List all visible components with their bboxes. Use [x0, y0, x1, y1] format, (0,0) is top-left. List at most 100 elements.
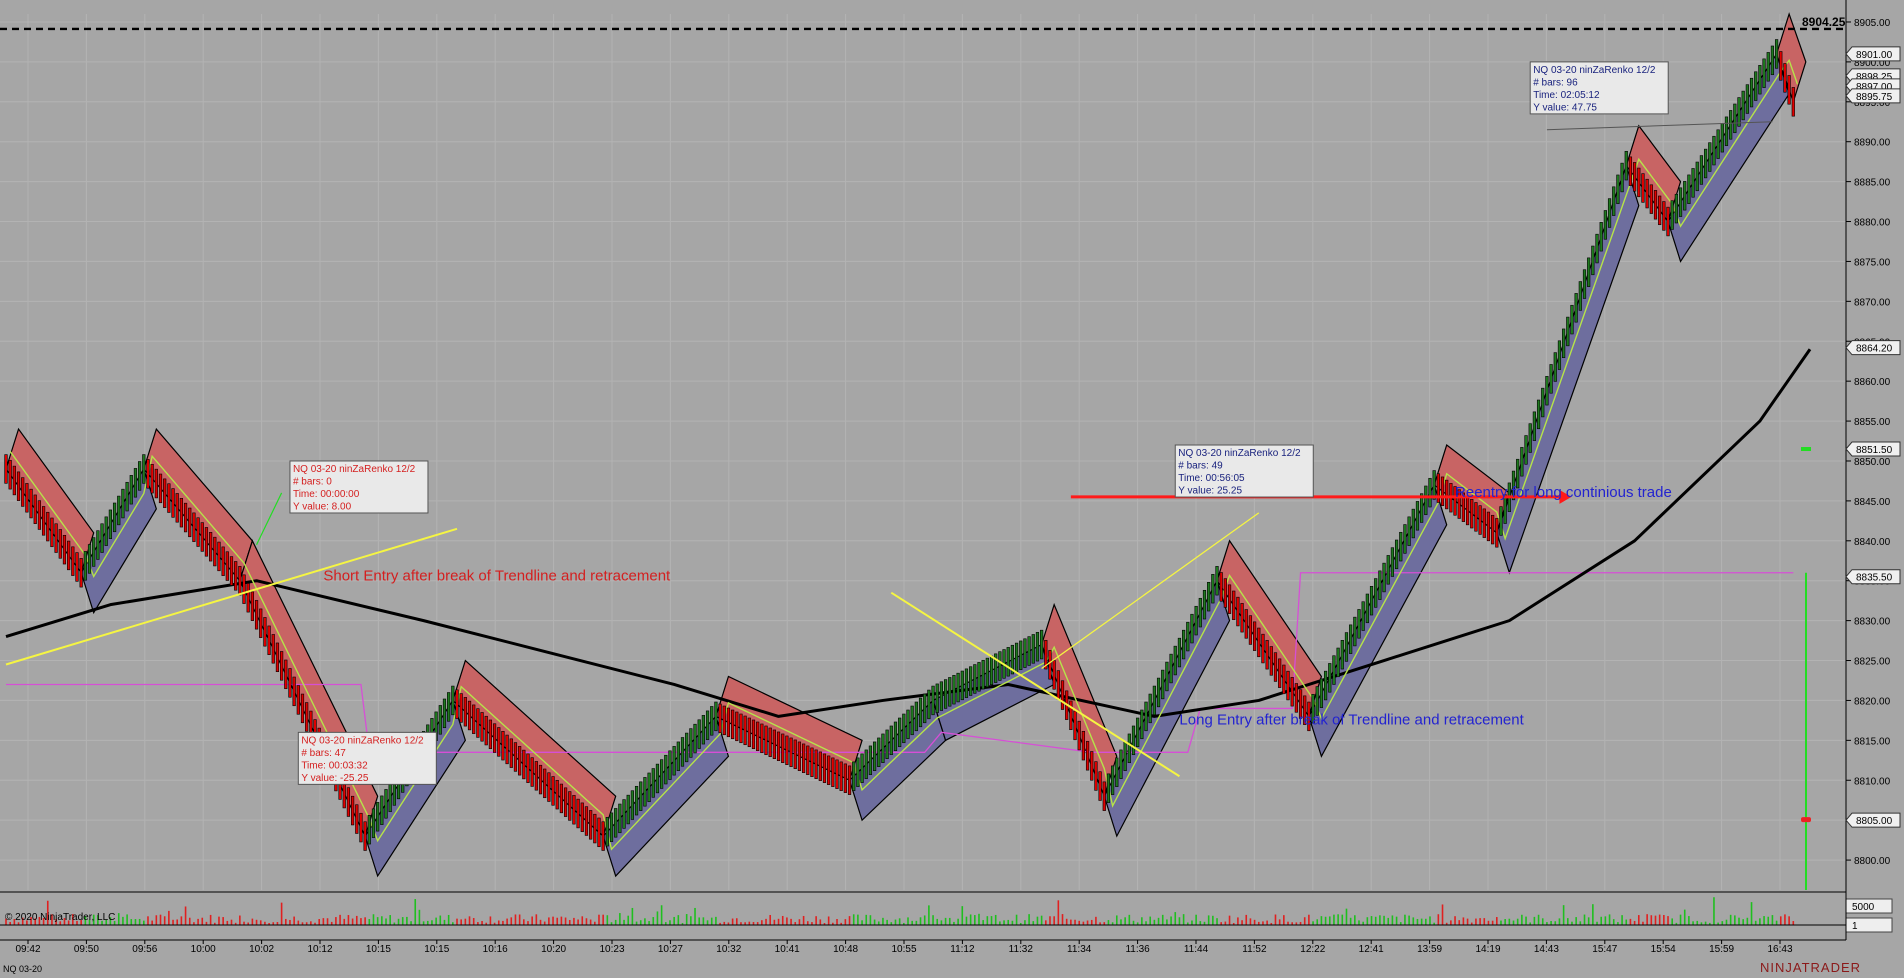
renko-bar-up: [1595, 233, 1599, 264]
renko-bar-down: [518, 746, 522, 776]
renko-bar-up: [1754, 71, 1758, 101]
renko-bar-down: [1253, 621, 1257, 651]
volume-bar: [1107, 920, 1110, 925]
volume-bar: [623, 919, 625, 925]
renko-bar-up: [893, 721, 898, 752]
volume-bar: [1036, 916, 1039, 925]
renko-bar-down: [1257, 627, 1261, 658]
renko-bar-up: [1762, 58, 1766, 88]
volume-bar: [948, 917, 951, 925]
volume-bar: [1479, 918, 1481, 925]
volume-bar: [289, 919, 291, 925]
renko-bar-down: [559, 783, 563, 814]
renko-bar-down: [234, 561, 238, 591]
volume-bar: [673, 916, 675, 925]
x-tick-label: 11:12: [950, 944, 975, 955]
y-tick-label: 8870.00: [1854, 297, 1891, 308]
renko-bar-up: [133, 468, 138, 498]
renko-bar-down: [280, 651, 284, 681]
volume-bar: [155, 915, 158, 925]
renko-bar-down: [797, 741, 802, 771]
volume-bar: [443, 919, 446, 925]
renko-bar-down: [1273, 652, 1278, 682]
volume-bar: [936, 918, 939, 925]
volume-bar: [957, 918, 959, 925]
volume-bar: [1228, 915, 1231, 925]
x-tick-label: 13:59: [1417, 944, 1442, 955]
volume-bar: [1646, 914, 1648, 925]
renko-bar-down: [509, 738, 513, 768]
renko-bar-up: [676, 741, 680, 771]
volume-bar: [777, 918, 780, 925]
y-tick-label: 8845.00: [1854, 497, 1891, 508]
info-box-line: Y value: 47.75: [1533, 102, 1597, 113]
renko-bar-down: [50, 517, 54, 548]
y-tick-label: 8885.00: [1854, 178, 1891, 189]
volume-bar: [1554, 921, 1557, 925]
volume-bar: [1537, 914, 1540, 925]
info-box-line: Y value: 8.00: [293, 501, 352, 512]
volume-bar: [188, 917, 191, 925]
renko-bar-down: [1077, 720, 1081, 751]
price-marker: 8835.50: [1845, 569, 1901, 585]
renko-bar-up: [931, 685, 935, 716]
volume-bar: [1437, 914, 1440, 925]
volume-bar: [1065, 918, 1068, 925]
volume-bar: [1683, 909, 1686, 925]
renko-bar-down: [463, 697, 467, 727]
renko-bar-up: [1570, 304, 1574, 335]
volume-bar: [1450, 920, 1452, 925]
volume-bar: [1692, 921, 1694, 925]
volume-bar: [585, 918, 588, 925]
volume-bar: [1633, 920, 1636, 925]
volume-bar: [1671, 918, 1673, 925]
volume-bar: [472, 918, 475, 925]
volume-bar: [1166, 919, 1168, 925]
renko-bar-up: [1683, 181, 1687, 211]
renko-bar-down: [21, 477, 25, 507]
x-tick-label: 10:23: [599, 944, 624, 955]
x-tick-label: 10:48: [833, 944, 858, 955]
volume-bar: [1521, 914, 1523, 925]
renko-bar-up: [1411, 508, 1415, 539]
x-tick-label: 10:32: [716, 944, 741, 955]
renko-bar-up: [1499, 506, 1503, 536]
volume-bar: [397, 918, 400, 925]
renko-bar-up: [689, 728, 693, 758]
renko-bar-up: [1691, 168, 1695, 198]
renko-bar-down: [768, 727, 772, 758]
renko-bar-up: [1165, 661, 1169, 692]
volume-bar: [1045, 920, 1047, 925]
volume-bar: [523, 919, 525, 925]
renko-bar-up: [1749, 77, 1754, 108]
volume-bar: [1420, 918, 1423, 925]
volume-bar: [1637, 915, 1640, 925]
renko-chart[interactable]: 8904.25 NQ 03-20 ninZaRenko 12/2# bars: …: [0, 0, 1904, 978]
renko-bar-up: [1357, 609, 1361, 639]
volume-bar: [222, 917, 224, 925]
volume-bar: [1237, 917, 1239, 925]
volume-bar: [994, 914, 997, 925]
volume-bar: [284, 918, 287, 925]
renko-bar-down: [200, 522, 204, 552]
renko-bar-up: [1415, 501, 1420, 531]
renko-bar-up: [1106, 773, 1111, 803]
renko-bar-down: [1470, 498, 1474, 529]
volume-bar: [1658, 914, 1661, 925]
volume-bar: [1061, 914, 1064, 925]
volume-bar: [1070, 919, 1072, 925]
renko-bar-down: [563, 787, 568, 817]
volume-bar: [535, 914, 538, 925]
volume-bar: [1550, 920, 1552, 925]
renko-bar-up: [1156, 677, 1161, 708]
volume-bar: [1504, 919, 1506, 925]
volume-bar: [1149, 916, 1152, 925]
y-tick-label: 8820.00: [1854, 696, 1891, 707]
volume-bar: [134, 919, 137, 925]
volume-bar: [1379, 915, 1381, 925]
renko-bar-down: [1227, 584, 1232, 614]
renko-bar-down: [843, 763, 847, 793]
renko-bar-up: [87, 544, 92, 574]
volume-bar: [168, 910, 170, 925]
renko-bar-down: [538, 764, 543, 795]
